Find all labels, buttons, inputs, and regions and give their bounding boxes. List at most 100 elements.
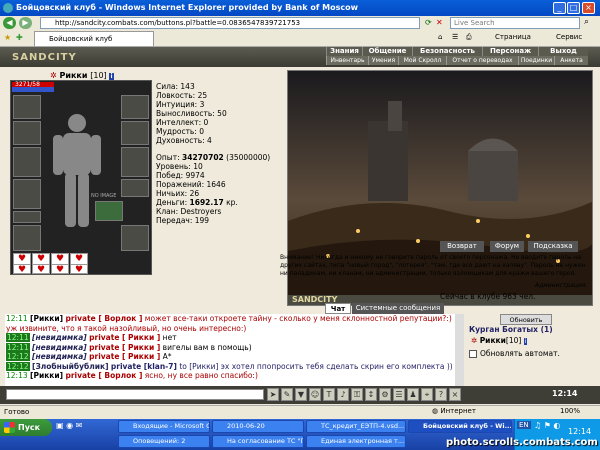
tray-clock: 12:14 bbox=[568, 427, 592, 436]
slot-amulet[interactable] bbox=[13, 121, 41, 145]
stat-line: Сила: 143 bbox=[156, 82, 195, 91]
gear-icon: ✲ bbox=[50, 71, 57, 80]
slot-shield[interactable] bbox=[121, 147, 149, 177]
menu-fights[interactable]: Поединки bbox=[518, 56, 554, 65]
feeds-icon[interactable]: ☰ bbox=[452, 33, 458, 41]
slot-armor[interactable] bbox=[13, 179, 41, 209]
task-notifications[interactable]: Оповещений: 2 bbox=[118, 435, 210, 448]
hint-button[interactable]: Подсказка bbox=[528, 241, 578, 252]
slot-ring-2[interactable] bbox=[121, 179, 149, 197]
menu-skills[interactable]: Умения bbox=[368, 56, 398, 65]
help-icon[interactable]: ? bbox=[435, 388, 447, 401]
scroll-icon[interactable]: ↕ bbox=[365, 388, 377, 401]
menu-character[interactable]: Персонаж bbox=[482, 47, 538, 56]
menu-inventory[interactable]: Инвентарь bbox=[326, 56, 368, 65]
maximize-button[interactable]: □ bbox=[567, 2, 580, 14]
refresh-button[interactable]: Обновить bbox=[500, 314, 552, 325]
globe-icon: ◍ bbox=[432, 407, 439, 415]
heart-icon[interactable]: ♥ bbox=[51, 264, 69, 275]
back-arrow-icon[interactable]: ◀ bbox=[3, 17, 16, 29]
settings-icon[interactable]: ⚙ bbox=[379, 388, 391, 401]
stat-line: Поражений: 1646 bbox=[156, 180, 226, 189]
heart-icon[interactable]: ♥ bbox=[70, 264, 88, 275]
stat-line: Интуиция: 3 bbox=[156, 100, 205, 109]
favorites-star-icon[interactable]: ★ bbox=[4, 33, 11, 42]
slot-boots[interactable] bbox=[121, 225, 149, 251]
tab-system-messages[interactable]: Системные сообщения bbox=[352, 303, 444, 314]
map-icon[interactable]: ⌖ bbox=[421, 388, 433, 401]
language-indicator[interactable]: EN bbox=[517, 421, 531, 429]
stop-icon[interactable]: ✕ bbox=[436, 18, 443, 27]
lock-icon[interactable]: ⚿ bbox=[351, 388, 363, 401]
chat-mode-icon[interactable]: ☰ bbox=[393, 388, 405, 401]
task-folder[interactable]: 2010-06-20 bbox=[212, 420, 304, 433]
tray-icons[interactable]: ♫ ⚑ ◐ bbox=[534, 421, 560, 430]
menu-transfers[interactable]: Отчет о переводах bbox=[446, 56, 518, 65]
forward-arrow-icon[interactable]: ▶ bbox=[19, 17, 32, 29]
refresh-icon[interactable]: ⟳ bbox=[425, 18, 432, 27]
tools-menu[interactable]: Сервис bbox=[556, 33, 582, 41]
pet-image[interactable] bbox=[95, 201, 123, 221]
slot-gloves[interactable] bbox=[121, 121, 149, 145]
game-clock: 12:14 bbox=[552, 389, 578, 398]
menu-scroll[interactable]: Мой Скролл bbox=[398, 56, 446, 65]
window-title: Бойцовский клуб - Windows Internet Explo… bbox=[0, 0, 600, 16]
slot-weapon[interactable] bbox=[13, 147, 41, 177]
close-chat-icon[interactable]: × bbox=[449, 388, 461, 401]
minimize-button[interactable]: _ bbox=[553, 2, 566, 14]
player-entry[interactable]: ✲ Рикки[10] i bbox=[471, 336, 528, 345]
tab-chat[interactable]: Чат bbox=[325, 303, 351, 314]
menu-security[interactable]: Безопасность bbox=[412, 47, 482, 56]
slot-belt[interactable] bbox=[13, 225, 41, 251]
task-approval[interactable]: На согласование ТС "П... bbox=[212, 435, 304, 448]
info-icon: i bbox=[523, 338, 528, 345]
slot-earrings[interactable] bbox=[121, 95, 149, 119]
gear-icon: ✲ bbox=[471, 336, 478, 345]
heart-icon[interactable]: ♥ bbox=[32, 264, 50, 275]
task-visio[interactable]: ТС_кредит_ЕЭТП-4.vsd... bbox=[306, 420, 406, 433]
add-favorites-icon[interactable]: ✚ bbox=[16, 33, 23, 42]
task-outlook[interactable]: Входящие - Microsoft O... bbox=[118, 420, 210, 433]
forum-button[interactable]: Форум bbox=[490, 241, 524, 252]
zoom-level[interactable]: 100% bbox=[560, 407, 580, 415]
url-input[interactable]: http://sandcity.combats.com/buttons.pl?b… bbox=[40, 17, 420, 29]
chat-line: 12:12 [Злобныйбублик] private [klan-7] t… bbox=[6, 361, 453, 371]
character-name[interactable]: Рикки bbox=[60, 71, 88, 80]
sound-icon[interactable]: ♪ bbox=[337, 388, 349, 401]
back-button[interactable]: Возврат bbox=[440, 241, 484, 252]
slot-helmet[interactable] bbox=[13, 95, 41, 119]
status-text: Готово bbox=[4, 408, 30, 416]
search-input[interactable]: Live Search bbox=[450, 17, 580, 29]
page-menu[interactable]: Страница bbox=[495, 33, 531, 41]
info-icon[interactable]: i bbox=[109, 73, 114, 80]
smile-icon[interactable]: ☺ bbox=[309, 388, 321, 401]
task-unified[interactable]: Единая электронная т... bbox=[306, 435, 406, 448]
chat-log: 12:11 [Рикки] private [ Ворлок ] может в… bbox=[5, 314, 463, 386]
chat-input[interactable] bbox=[6, 389, 264, 400]
people-icon[interactable]: ♟ bbox=[407, 388, 419, 401]
online-count: Сейчас в клубе 963 чел. bbox=[440, 292, 536, 301]
location-panel: Обновить Курган Богатых (1) ✲ Рикки[10] … bbox=[465, 314, 598, 386]
tab-combats[interactable]: Бойцовский клуб bbox=[34, 31, 154, 46]
stat-line: Мудрость: 0 bbox=[156, 127, 205, 136]
stat-line: Духовность: 4 bbox=[156, 136, 212, 145]
chat-scrollbar[interactable] bbox=[455, 314, 464, 386]
translit-icon[interactable]: T bbox=[323, 388, 335, 401]
auto-refresh-checkbox[interactable] bbox=[469, 350, 477, 358]
menu-profile[interactable]: Анкета bbox=[554, 56, 588, 65]
quick-launch-icons[interactable]: ▣ ◉ ✉ bbox=[56, 421, 82, 430]
task-ie[interactable]: Бойцовский клуб - Wi... bbox=[408, 420, 512, 433]
menu-knowledge[interactable]: Знания bbox=[326, 47, 362, 56]
slot-ring-1[interactable] bbox=[13, 211, 41, 223]
send-icon[interactable]: ➤ bbox=[267, 388, 279, 401]
home-icon[interactable]: ⌂ bbox=[438, 33, 442, 41]
print-icon[interactable]: ⎙ bbox=[466, 33, 472, 42]
menu-exit[interactable]: Выход bbox=[538, 47, 588, 56]
menu-communication[interactable]: Общение bbox=[362, 47, 412, 56]
close-button[interactable]: × bbox=[582, 2, 595, 14]
heart-icon[interactable]: ♥ bbox=[13, 264, 31, 275]
filter-icon[interactable]: ▼ bbox=[295, 388, 307, 401]
clear-icon[interactable]: ✎ bbox=[281, 388, 293, 401]
search-icon[interactable]: ⌕ bbox=[584, 17, 589, 27]
exp-line: Опыт: 34270702 (35000000) bbox=[156, 153, 271, 162]
